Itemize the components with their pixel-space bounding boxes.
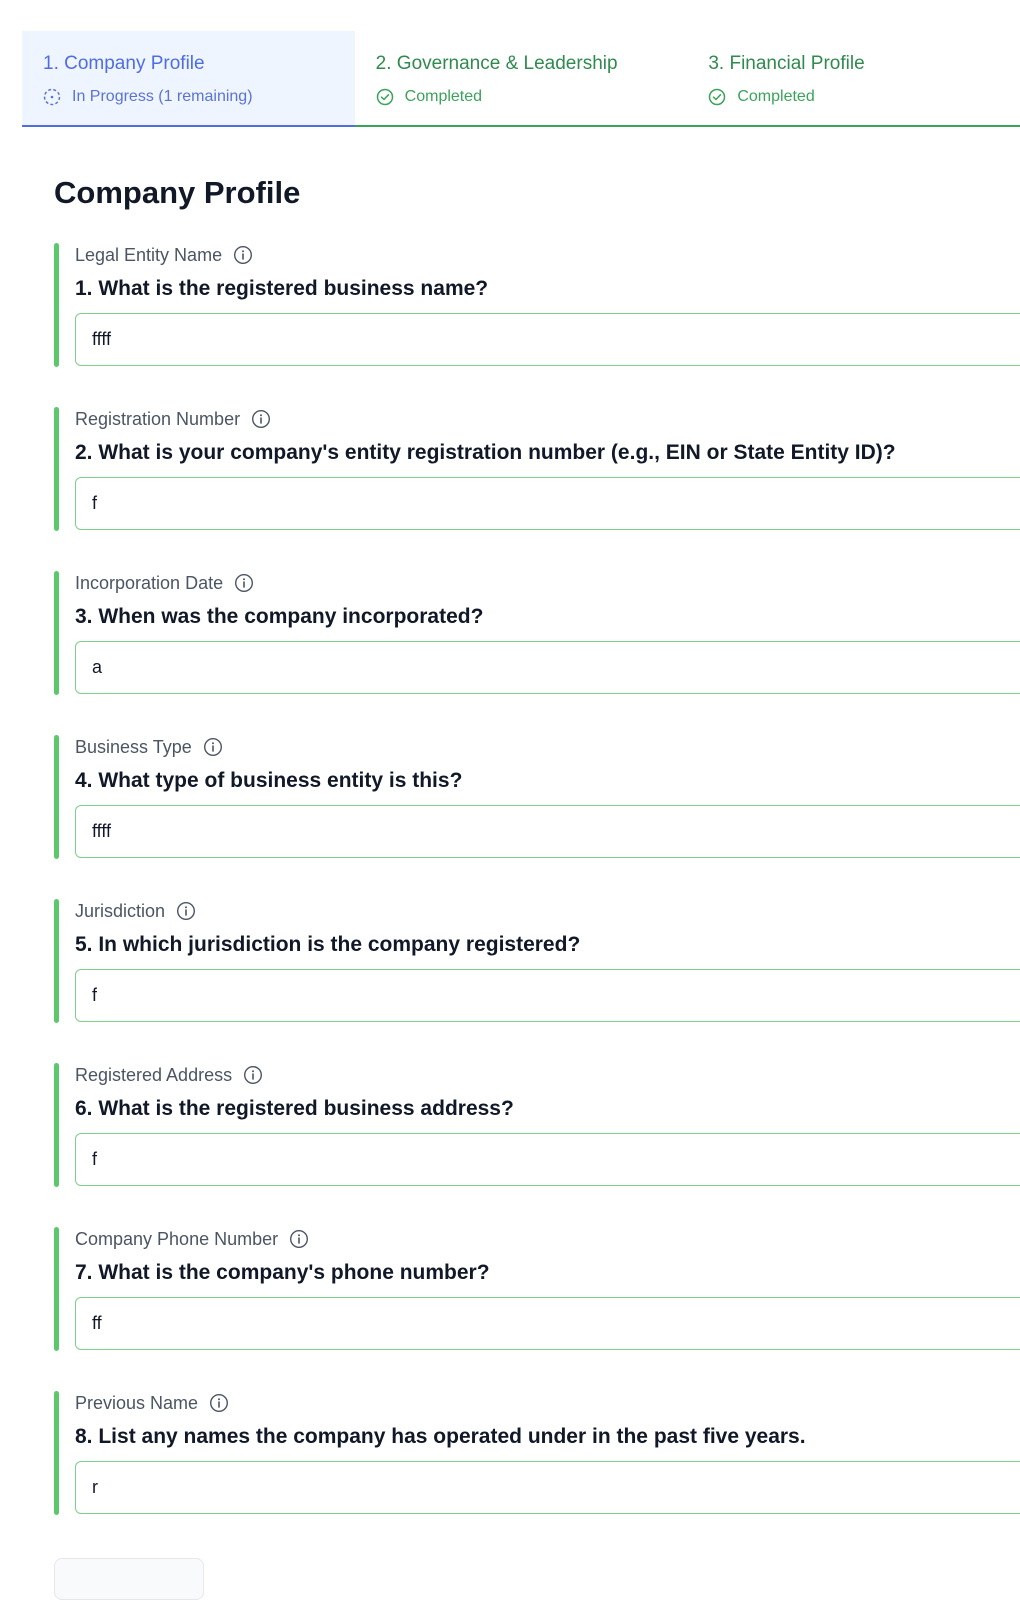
question-accent-bar [54, 899, 59, 1023]
question-company-phone-number: Company Phone Number 7. What is the comp… [54, 1227, 1020, 1351]
question-label: Registration Number [75, 407, 1020, 431]
question-label-text: Previous Name [75, 1392, 199, 1413]
progress-tabs: 1. Company Profile In Progress (1 remain… [22, 31, 1020, 129]
question-accent-bar [54, 735, 59, 859]
answer-input[interactable] [75, 1297, 1020, 1350]
tab-status: Completed [708, 87, 1020, 107]
question-text: 7. What is the company's phone number? [75, 1261, 490, 1284]
question-text: 1. What is the registered business name? [75, 277, 489, 300]
question-label-text: Company Phone Number [75, 1228, 279, 1249]
question-label: Company Phone Number [75, 1227, 1020, 1251]
tab-status: In Progress (1 remaining) [43, 87, 355, 107]
tab-company-profile[interactable]: 1. Company Profile In Progress (1 remain… [22, 31, 355, 127]
tab-title: 1. Company Profile [43, 53, 205, 74]
question-accent-bar [54, 407, 59, 531]
question-label: Legal Entity Name [75, 243, 1020, 267]
question-label: Business Type [75, 735, 1020, 759]
question-label-text: Business Type [75, 736, 192, 757]
footer-button[interactable] [54, 1558, 204, 1600]
answer-input[interactable] [75, 1133, 1020, 1186]
question-accent-bar [54, 571, 59, 695]
question-label: Incorporation Date [75, 571, 1020, 595]
info-icon[interactable] [233, 245, 253, 265]
tab-status-text: In Progress (1 remaining) [72, 88, 253, 105]
answer-input[interactable] [75, 313, 1020, 366]
question-label-text: Legal Entity Name [75, 244, 223, 265]
question-text: 6. What is the registered business addre… [75, 1097, 514, 1120]
question-text: 3. When was the company incorporated? [75, 605, 484, 628]
question-label: Jurisdiction [75, 899, 1020, 923]
question-list: Legal Entity Name 1. What is the registe… [54, 243, 1020, 1555]
check-circle-icon [376, 88, 394, 106]
question-legal-entity-name: Legal Entity Name 1. What is the registe… [54, 243, 1020, 367]
question-text: 8. List any names the company has operat… [75, 1425, 806, 1448]
page-title: Company Profile [54, 175, 301, 210]
tab-status: Completed [376, 87, 688, 107]
info-icon[interactable] [203, 737, 223, 757]
answer-input[interactable] [75, 477, 1020, 530]
question-label-text: Registration Number [75, 408, 241, 429]
info-icon[interactable] [209, 1393, 229, 1413]
question-label-text: Registered Address [75, 1064, 233, 1085]
tab-status-text: Completed [404, 88, 483, 105]
info-icon[interactable] [234, 573, 254, 593]
info-icon[interactable] [289, 1229, 309, 1249]
answer-input[interactable] [75, 969, 1020, 1022]
answer-input[interactable] [75, 1461, 1020, 1514]
question-accent-bar [54, 1227, 59, 1351]
question-label-text: Jurisdiction [75, 900, 166, 921]
question-accent-bar [54, 243, 59, 367]
tab-financial-profile[interactable]: 3. Financial Profile Completed [687, 31, 1020, 127]
answer-input[interactable] [75, 805, 1020, 858]
question-incorporation-date: Incorporation Date 3. When was the compa… [54, 571, 1020, 695]
in-progress-icon [43, 88, 61, 106]
question-registration-number: Registration Number 2. What is your comp… [54, 407, 1020, 531]
tab-governance-leadership[interactable]: 2. Governance & Leadership Completed [354, 31, 688, 127]
question-text: 5. In which jurisdiction is the company … [75, 933, 581, 956]
info-icon[interactable] [251, 409, 271, 429]
question-text: 2. What is your company's entity registr… [75, 441, 896, 464]
question-label: Previous Name [75, 1391, 1020, 1415]
tab-title: 2. Governance & Leadership [375, 53, 618, 74]
question-label: Registered Address [75, 1063, 1020, 1087]
question-registered-address: Registered Address 6. What is the regist… [54, 1063, 1020, 1187]
question-jurisdiction: Jurisdiction 5. In which jurisdiction is… [54, 899, 1020, 1023]
question-accent-bar [54, 1391, 59, 1515]
answer-input[interactable] [75, 641, 1020, 694]
question-label-text: Incorporation Date [75, 572, 224, 593]
check-circle-icon [708, 88, 726, 106]
tab-status-text: Completed [737, 88, 815, 105]
tab-title: 3. Financial Profile [708, 53, 865, 74]
info-icon[interactable] [176, 901, 196, 921]
question-text: 4. What type of business entity is this? [75, 769, 463, 792]
question-business-type: Business Type 4. What type of business e… [54, 735, 1020, 859]
info-icon[interactable] [243, 1065, 263, 1085]
question-accent-bar [54, 1063, 59, 1187]
question-previous-name: Previous Name 8. List any names the comp… [54, 1391, 1020, 1515]
